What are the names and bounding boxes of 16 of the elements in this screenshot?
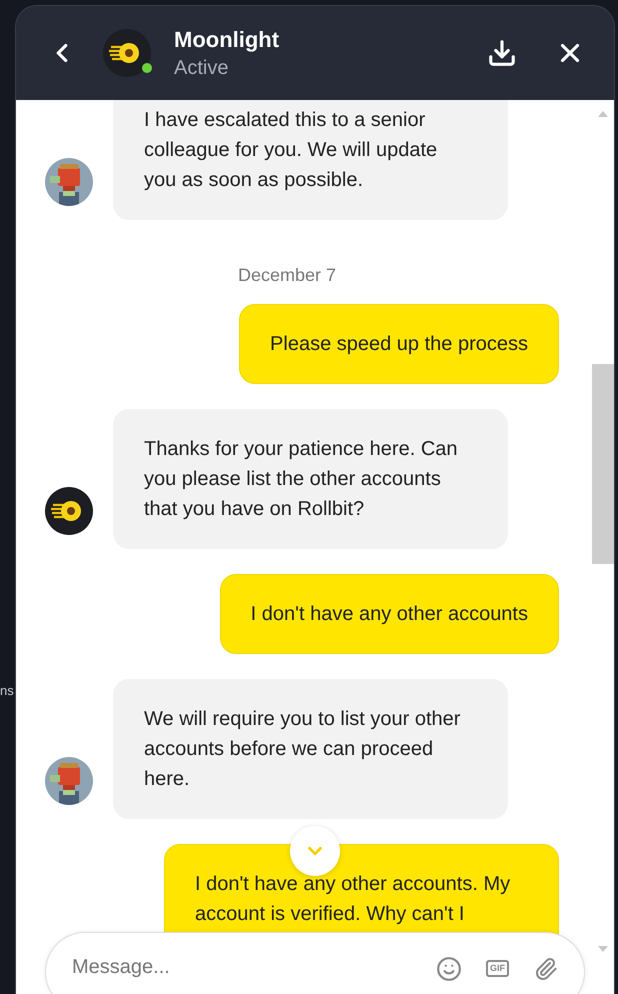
date-divider: December 7 [238, 265, 336, 286]
avatar [103, 29, 151, 77]
background-text: ns [0, 683, 14, 698]
status-text: Active [174, 56, 230, 80]
gif-button[interactable]: GIF [486, 960, 509, 977]
chat-title: Moonlight [174, 26, 280, 52]
message-bubble: I have escalated this to a senior colleague for you. We will update you as soon as possible. [113, 100, 508, 220]
message-bubble: Thanks for your patience here. Can you please list the other accounts that you have on Rollbit? [113, 409, 508, 549]
avatar [45, 487, 93, 535]
avatar [45, 158, 93, 206]
message-bubble: I don't have any other accounts [220, 574, 559, 654]
message-bubble: Please speed up the process [239, 304, 559, 384]
emoji-icon[interactable] [435, 955, 463, 983]
message-bubble: We will require you to list your other accounts before we can proceed here. [113, 679, 508, 819]
message-input[interactable]: Message... GIF [45, 932, 585, 994]
avatar [45, 757, 93, 805]
